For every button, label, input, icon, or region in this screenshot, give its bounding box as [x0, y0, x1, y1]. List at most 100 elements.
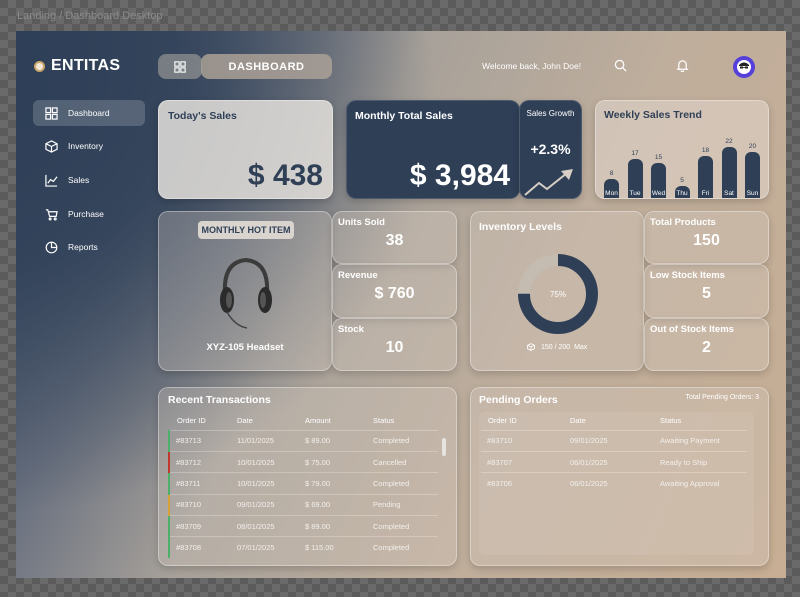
- bar-value-label: 18: [701, 147, 710, 155]
- grid-icon: [45, 106, 58, 120]
- table-row[interactable]: #83709 08/01/2025 $ 89.00 Completed: [168, 515, 438, 537]
- bar-value-label: 22: [725, 137, 733, 145]
- sidebar-item-dashboard[interactable]: Dashboard: [33, 100, 145, 126]
- table-row[interactable]: #83706 06/01/2025 Awaiting Approval: [480, 472, 747, 495]
- bar-day-label: Fri: [701, 190, 710, 197]
- brand-logo[interactable]: ENTITAS: [34, 57, 120, 75]
- cell-date: 11/01/2025: [237, 429, 305, 452]
- welcome-message: Welcome back, John Doe!: [482, 61, 582, 71]
- inventory-levels-card: Inventory Levels 75% 150 / 200 Max: [470, 211, 644, 371]
- box-icon: [45, 139, 58, 153]
- cell-amount: $ 115.00: [305, 536, 373, 559]
- cart-icon: [45, 208, 58, 220]
- column-header: Date: [570, 416, 586, 426]
- cell-date: 06/01/2025: [570, 472, 660, 495]
- todays-sales-card: Today's Sales $ 438: [158, 100, 333, 199]
- sidebar-item-reports[interactable]: Reports: [33, 234, 145, 260]
- stock-card: Stock 10: [332, 318, 457, 371]
- hot-item-card: MONTHLY HOT ITEM XYZ-105 Headset: [158, 211, 332, 371]
- table-row[interactable]: #83710 09/01/2025 $ 69.00 Pending: [168, 493, 438, 516]
- cell-id: #83712: [168, 450, 237, 473]
- notifications-button[interactable]: [676, 59, 689, 77]
- bell-icon: [676, 60, 689, 73]
- hot-item-badge: MONTHLY HOT ITEM: [198, 221, 294, 239]
- bar-day-label: Tue: [629, 190, 641, 197]
- total-products-value: 150: [693, 232, 720, 249]
- frame-label: Landing / Dashboard Desktop: [17, 10, 163, 22]
- inventory-caption: 150 / 200 Max: [541, 343, 588, 351]
- todays-sales-title: Today's Sales: [168, 110, 237, 122]
- bar-day-label: Sun: [746, 190, 759, 197]
- logo-icon: [34, 60, 45, 72]
- sidebar-item-purchase[interactable]: Purchase: [33, 201, 145, 227]
- bar-value-label: 20: [748, 142, 757, 150]
- units-sold-value: 38: [385, 232, 404, 249]
- weekly-bar-chart: 8 Mon 17 Tue 15 Wed 5 Thu 18 Fri 22 Sat 20 Sun: [601, 128, 766, 198]
- table-row[interactable]: #83708 07/01/2025 $ 115.00 Completed: [168, 536, 438, 559]
- table-row[interactable]: #83710 09/01/2025 Awaiting Payment: [480, 429, 747, 452]
- pending-orders-table: Order ID Date Status #83710 09/01/2025 Awa…: [479, 412, 747, 495]
- page-title: DASHBOARD: [201, 54, 332, 79]
- inventory-levels-title: Inventory Levels: [479, 221, 562, 233]
- donut-percent: 75%: [550, 290, 566, 299]
- search-button[interactable]: [614, 59, 627, 77]
- pending-orders-total: Total Pending Orders: 3: [685, 394, 759, 401]
- cell-date: 10/01/2025: [237, 450, 305, 473]
- low-stock-value: 5: [702, 285, 711, 302]
- avatar[interactable]: [733, 56, 755, 78]
- cell-status: Awaiting Payment: [660, 429, 747, 452]
- column-header: Order ID: [177, 416, 206, 426]
- pending-orders-card: Pending Orders Total Pending Orders: 3 O…: [470, 387, 769, 566]
- cell-status: Completed: [373, 515, 438, 537]
- total-products-label: Total Products: [650, 217, 716, 228]
- monthly-sales-title: Monthly Total Sales: [355, 110, 453, 122]
- bar-value-label: 5: [680, 177, 684, 185]
- grid-icon: [174, 60, 186, 73]
- column-header: Status: [373, 416, 395, 426]
- cell-date: 09/01/2025: [237, 493, 305, 516]
- cell-id: #83706: [480, 472, 570, 495]
- total-products-card: Total Products 150: [644, 211, 769, 264]
- low-stock-label: Low Stock Items: [650, 270, 725, 281]
- column-header: Order ID: [488, 416, 517, 426]
- scrollbar-thumb[interactable]: [442, 438, 446, 456]
- units-sold-card: Units Sold 38: [332, 211, 457, 264]
- cell-date: 06/01/2025: [570, 450, 660, 473]
- recent-transactions-title: Recent Transactions: [168, 394, 271, 406]
- revenue-value: $ 760: [374, 285, 415, 302]
- table-row[interactable]: #83713 11/01/2025 $ 89.00 Completed: [168, 429, 438, 452]
- column-header: Amount: [305, 416, 331, 426]
- table-row[interactable]: #83711 10/01/2025 $ 79.00 Completed: [168, 472, 438, 495]
- sales-growth-card: Sales Growth +2.3%: [519, 100, 582, 199]
- bar-day-label: Wed: [651, 190, 666, 197]
- cell-date: 07/01/2025: [237, 536, 305, 559]
- cell-date: 08/01/2025: [237, 515, 305, 537]
- weekly-sales-trend-card: Weekly Sales Trend 8 Mon 17 Tue 15 Wed 5 Thu 18 F…: [595, 100, 769, 199]
- bar-value-label: 8: [609, 170, 614, 178]
- cell-amount: $ 69.00: [305, 493, 373, 516]
- cell-id: #83708: [168, 536, 237, 559]
- cell-amount: $ 79.00: [305, 472, 373, 495]
- dashboard-toggle-button[interactable]: [158, 54, 202, 79]
- out-of-stock-label: Out of Stock Items: [650, 324, 734, 335]
- headset-icon: [220, 257, 272, 329]
- search-icon: [614, 59, 627, 72]
- table-row[interactable]: #83707 06/01/2025 Ready to Ship: [480, 450, 747, 473]
- sidebar-item-label: Sales: [68, 175, 90, 185]
- bar-day-label: Thu: [676, 190, 688, 197]
- hot-item-name: XYZ-105 Headset: [206, 342, 284, 353]
- transactions-table: Order ID Date Amount Status #83713 11/01/…: [168, 412, 438, 559]
- recent-transactions-card: Recent Transactions Order ID Date Amount…: [158, 387, 457, 566]
- cell-amount: $ 75.00: [305, 450, 373, 473]
- sidebar-item-label: Purchase: [68, 209, 104, 219]
- table-row[interactable]: #83712 10/01/2025 $ 75.00 Cancelled: [168, 450, 438, 473]
- inventory-donut-chart: 75%: [518, 254, 598, 334]
- sidebar-item-label: Dashboard: [68, 108, 110, 118]
- column-header: Date: [237, 416, 253, 426]
- stock-value: 10: [385, 339, 404, 356]
- cell-status: Completed: [373, 429, 438, 452]
- sidebar-item-inventory[interactable]: Inventory: [33, 133, 145, 159]
- cell-date: 10/01/2025: [237, 472, 305, 495]
- stock-label: Stock: [338, 324, 364, 335]
- sidebar-item-sales[interactable]: Sales: [33, 167, 145, 193]
